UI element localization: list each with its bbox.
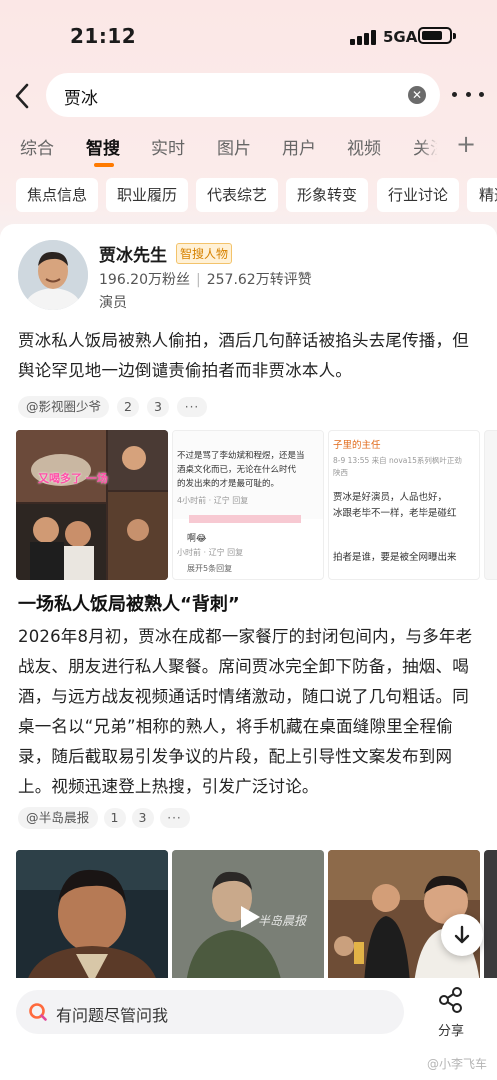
person-portrait-icon: [18, 240, 88, 310]
comment-line: 贾冰是好演员，人品也好，: [333, 492, 448, 503]
ai-search-icon: [29, 1003, 47, 1021]
scroll-down-button[interactable]: [441, 914, 483, 956]
ask-input[interactable]: 有问题尽管问我: [16, 990, 404, 1034]
share-icon: [439, 987, 462, 1013]
more-image-preview[interactable]: [484, 430, 497, 580]
comment-meta: 小时前 · 辽宁 回复: [177, 548, 244, 557]
chip-variety-shows[interactable]: 代表综艺: [196, 178, 278, 212]
profile-stats: 196.20万粉丝 | 257.62万转评赞: [99, 272, 312, 288]
comment-line: 拍者是谁，要是被全网曝出来: [333, 552, 457, 563]
play-icon: [241, 906, 260, 928]
profile-role: 演员: [99, 295, 127, 311]
share-label: 分享: [437, 1024, 464, 1039]
share-button[interactable]: 分享: [430, 986, 472, 1039]
search-input[interactable]: 贾冰 ✕: [46, 73, 440, 117]
reference-chip[interactable]: 3: [131, 807, 154, 828]
reference-chip[interactable]: 1: [103, 807, 126, 828]
signal-icon: [350, 29, 376, 45]
battery-icon: [418, 27, 456, 44]
photo-collage[interactable]: 又喝多了 一场: [16, 430, 168, 580]
back-button[interactable]: [8, 78, 36, 114]
source-chip[interactable]: @影视圈少爷: [18, 396, 110, 418]
interactions-count: 257.62万转评赞: [206, 272, 312, 288]
comment-user: 子里的主任: [333, 440, 381, 451]
news-video[interactable]: 半岛晨报: [172, 850, 324, 984]
dot-icon: [479, 91, 484, 97]
avatar[interactable]: [18, 240, 88, 310]
add-tab-icon[interactable]: +: [456, 130, 476, 158]
tab-general[interactable]: 综合: [20, 134, 54, 159]
comment-reply: 啊😂: [187, 534, 207, 544]
watermark: @小李飞车: [426, 1057, 487, 1071]
image-gallery: 又喝多了 一场 不过是骂了李幼斌和程煜，还是当 酒桌文化而已，无论在什么时代 的…: [16, 430, 497, 580]
status-bar: 21:12 5GA: [0, 0, 497, 68]
tab-realtime[interactable]: 实时: [151, 134, 185, 159]
more-references-button[interactable]: ···: [159, 807, 190, 828]
active-tab-indicator: [94, 163, 114, 167]
profile-name[interactable]: 贾冰先生: [99, 241, 167, 266]
photo-caption-overlay: 又喝多了 一场: [38, 472, 108, 485]
section-text: 2026年8月初，贾冰在成都一家餐厅的封闭包间内，与多年老战友、朋友进行私人聚餐…: [18, 622, 480, 832]
clock: 21:12: [70, 24, 137, 48]
comment-line: 不过是骂了李幼斌和程煜，还是当: [177, 451, 305, 461]
actor-photo-image: [16, 850, 168, 984]
tab-smart-search[interactable]: 智搜: [86, 134, 120, 159]
ask-placeholder[interactable]: 有问题尽管问我: [56, 1002, 168, 1026]
clear-search-button[interactable]: ✕: [408, 86, 426, 104]
topic-chips: 焦点信息 职业履历 代表综艺 形象转变 行业讨论 精选: [0, 178, 497, 214]
more-image-preview[interactable]: [484, 850, 497, 984]
reference-chip[interactable]: 2: [117, 397, 140, 417]
chip-image-change[interactable]: 形象转变: [286, 178, 368, 212]
network-type: 5GA: [383, 28, 418, 46]
summary-sources: @影视圈少爷 2 3 ···: [18, 396, 208, 418]
comment-meta: 4小时前 · 辽宁 回复: [177, 496, 249, 505]
more-options-button[interactable]: [452, 84, 484, 104]
comment-screenshot[interactable]: 子里的主任 8-9 13:55 来自 nova15系列枫叶正劲 陕西 贾冰是好演…: [328, 430, 480, 580]
bottom-bar: 有问题尽管问我 分享 @小李飞车: [0, 978, 497, 1080]
tab-users[interactable]: 用户: [282, 134, 316, 159]
media-gallery: 半岛晨报: [16, 850, 497, 984]
followers-count: 196.20万粉丝: [99, 272, 190, 288]
chevron-left-icon: [15, 83, 29, 109]
search-query[interactable]: 贾冰: [64, 84, 98, 109]
chip-industry-discussion[interactable]: 行业讨论: [377, 178, 459, 212]
search-tabs: 综合 智搜 实时 图片 用户 视频 关注 +: [0, 130, 497, 174]
profile-badge: 智搜人物: [176, 243, 233, 264]
chip-career[interactable]: 职业履历: [106, 178, 188, 212]
section-title: 一场私人饭局被熟人“背刺”: [18, 594, 240, 615]
dot-icon: [452, 91, 457, 97]
source-chip[interactable]: @半岛晨报: [18, 806, 98, 829]
section-sources: @半岛晨报 1 3 ···: [18, 806, 190, 829]
comment-screenshot[interactable]: 不过是骂了李幼斌和程煜，还是当 酒桌文化而已，无论在什么时代 的发出来的才是最可…: [172, 430, 324, 580]
comment-line: 冰跟老毕不一样，老毕是碰红: [333, 508, 457, 519]
more-references-button[interactable]: ···: [177, 397, 208, 417]
arrow-down-icon: [454, 925, 470, 944]
summary-text: 贾冰私人饭局被熟人偷拍，酒后几句醉话被掐头去尾传播，但舆论罕见地一边倒谴责偷拍者…: [18, 331, 469, 380]
tab-videos[interactable]: 视频: [347, 134, 381, 159]
comment-meta: 陕西: [333, 468, 348, 477]
smart-search-card: 贾冰先生 智搜人物 196.20万粉丝 | 257.62万转评赞 演员 贾冰私人饭局…: [0, 224, 497, 1080]
video-watermark: 半岛晨报: [258, 914, 307, 928]
expand-replies-link: 展开5条回复: [187, 564, 233, 573]
comment-line: 的发出来的才是最可耻的。: [177, 479, 280, 489]
comment-line: 酒桌文化而已，无论在什么时代: [177, 465, 297, 475]
actor-photo[interactable]: [16, 850, 168, 984]
tab-images[interactable]: 图片: [217, 134, 251, 159]
chip-featured[interactable]: 精选: [467, 178, 497, 212]
photo-collage-image: [16, 430, 168, 580]
reference-chip[interactable]: 3: [147, 397, 170, 417]
comment-meta: 8-9 13:55 来自 nova15系列枫叶正劲: [333, 456, 462, 465]
chip-focus-info[interactable]: 焦点信息: [16, 178, 98, 212]
redacted-bar: [189, 515, 301, 523]
dot-icon: [465, 91, 471, 97]
